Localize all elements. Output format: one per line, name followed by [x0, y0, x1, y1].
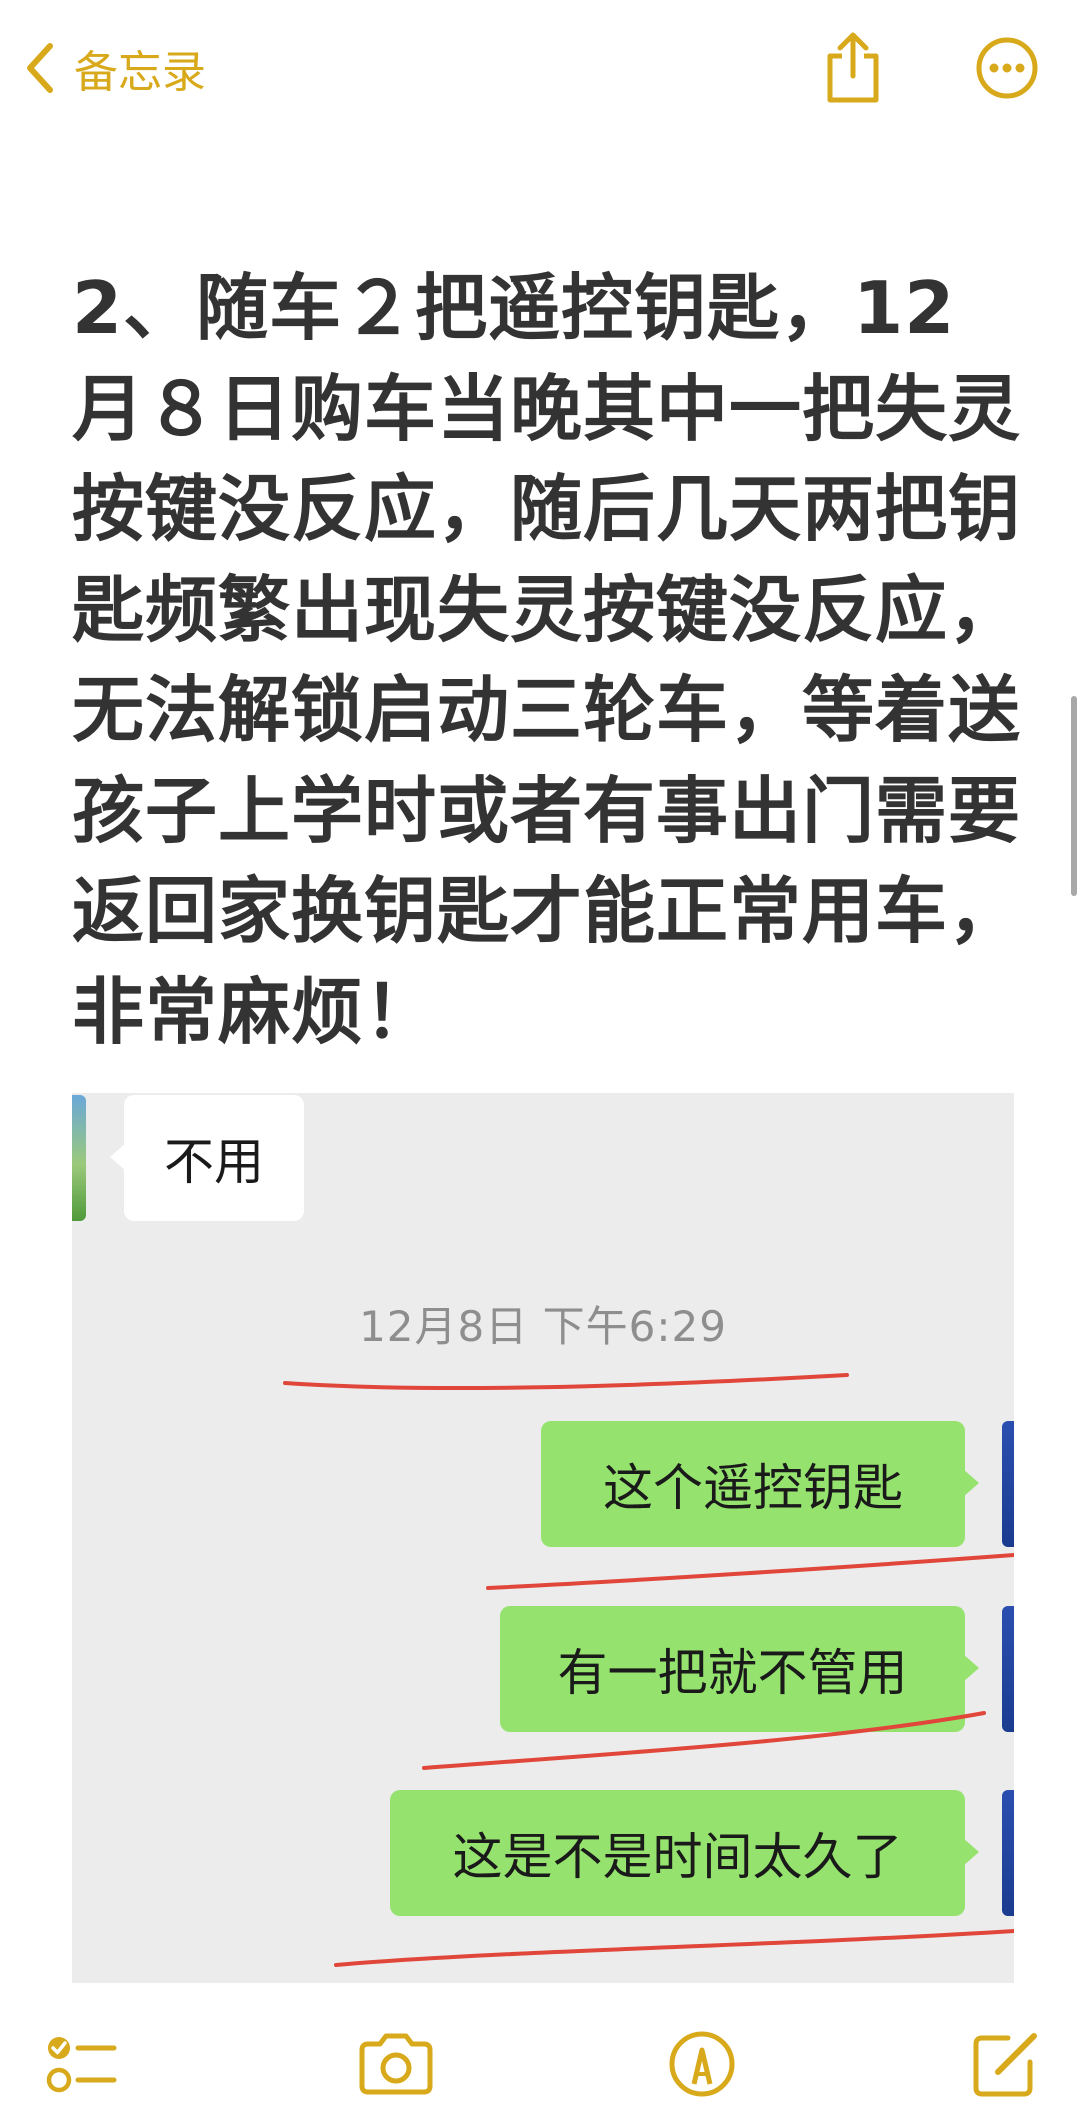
red-underline — [422, 1711, 986, 1770]
share-button[interactable] — [820, 30, 886, 106]
more-icon — [976, 37, 1038, 99]
checklist-button[interactable] — [42, 2026, 118, 2102]
chevron-left-icon — [27, 43, 53, 93]
scroll-indicator[interactable] — [1071, 696, 1077, 896]
red-underline — [486, 1553, 1014, 1590]
navigation-bar: 备忘录 — [0, 0, 1080, 140]
bottom-toolbar — [0, 2010, 1080, 2121]
checklist-icon — [46, 2037, 117, 2093]
red-underline-annotations — [283, 1373, 1014, 1967]
note-body[interactable]: 2、随车２把遥控钥匙，12月８日购车当晚其中一把失灵按键没反应，随后几天两把钥匙… — [72, 258, 1022, 1062]
camera-icon — [359, 2033, 433, 2095]
compose-icon — [973, 2033, 1037, 2097]
share-icon — [827, 32, 879, 103]
red-underline — [334, 1929, 1014, 1967]
more-button[interactable] — [974, 30, 1040, 106]
compose-button[interactable] — [968, 2026, 1044, 2102]
red-underline — [283, 1373, 849, 1391]
chat-screenshot-image: 不用 12月8日 下午6:29 这个遥控钥匙 有一把就不管用 这是不是时间太久了 — [72, 1093, 1014, 1983]
back-button[interactable]: 备忘录 — [22, 30, 206, 106]
back-label: 备忘录 — [74, 47, 206, 98]
markup-pen-icon — [669, 2031, 735, 2097]
camera-button[interactable] — [356, 2026, 436, 2102]
markup-button[interactable] — [664, 2026, 740, 2102]
